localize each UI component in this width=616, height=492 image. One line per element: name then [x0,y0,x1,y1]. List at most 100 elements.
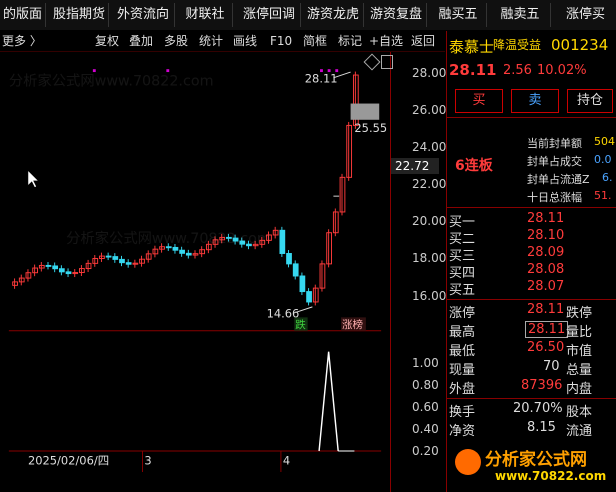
candle-body [65,271,72,275]
buy-button[interactable]: 买 [455,89,503,113]
stat-label: 最低 [449,344,476,359]
vol-tick: 1.00 [412,356,439,370]
candle-body [339,176,346,213]
seal-amount-val: 504 [594,135,615,148]
axis-mark-4: 4 [283,453,290,467]
tab-4[interactable]: 涨停回调 [238,3,301,27]
quote-panel: 泰慕士 降温受益 001234 28.11 2.56 10.02% 买 卖 持仓… [446,31,616,492]
logo-text: 分析家公式网 [485,450,587,470]
streak-label: 6连板 [455,158,493,174]
bid-price: 28.08 [527,262,565,277]
tool-fuquan[interactable]: 复权 [95,32,119,50]
stat-label: 现量 [449,363,476,378]
price-change: 2.56 [503,63,532,78]
stat-row: 外盘 87396 内盘 [447,378,616,397]
stat-label-2: 总量 [566,363,593,378]
stat-label-2: 股本 [566,405,593,420]
ten-day-label: 十日总涨幅 [527,191,582,204]
candle-body [52,265,59,270]
hold-button[interactable]: 持仓 [567,89,613,113]
axis-mark-3: 3 [144,453,151,467]
vol-tick: 0.20 [412,444,439,458]
candle-body [172,246,179,251]
candle-body [79,268,85,274]
bid-price: 28.10 [527,228,565,243]
tab-7[interactable]: 融买五 [430,3,487,27]
stat-label: 外盘 [449,382,476,397]
chart-toolbar: 更多 〉 复权 叠加 多股 统计 画线 F10 简框 标记 +自选 返回 [0,31,445,52]
logo-url: www.70822.com [495,469,607,483]
watermark-1: 分析家公式网www.70822.com [9,72,214,89]
seal-ratio-label: 封单占成交 [527,155,582,168]
candle-body [99,255,105,259]
stat-row: 最低 26.50 市值 [447,340,616,359]
candle-body [292,263,299,277]
tab-1[interactable]: 股指期货 [50,3,109,27]
candle-body [286,253,292,265]
candle-body [105,255,112,258]
tool-zixuan[interactable]: +自选 [369,32,403,50]
die-tag-text: 跌 [295,318,306,331]
current-price-tag: 22.72 [391,158,439,174]
watermark-2: 分析家公式网www.70822.com [66,230,271,247]
candle-body [119,258,125,264]
candle-body [45,264,52,267]
dot-1 [92,69,96,73]
stock-name: 泰慕士 [449,38,495,56]
tab-8[interactable]: 融卖五 [490,3,551,27]
date-label: 2025/02/06/四 [28,453,109,467]
stat-value: 28.11 [527,302,565,317]
candle-body [58,268,65,273]
price-tick: 18.00 [412,251,447,265]
tool-jiankuang[interactable]: 简框 [303,32,327,50]
tool-fanhui[interactable]: 返回 [411,32,435,50]
top-tab-bar: 的版面 股指期货 外资流向 财联社 涨停回调 游资龙虎 游资复盘 融买五 融卖五… [0,0,616,30]
tool-duogu[interactable]: 多股 [164,32,188,50]
volume-spike [318,351,339,452]
stat-value: 70 [543,359,560,374]
stat-row: 涨停 28.11 跌停 [447,302,616,321]
bid-label: 买五 [449,283,476,298]
stat-row: 最高 28.11 量比 [447,321,616,340]
tool-f10[interactable]: F10 [270,32,292,50]
sell-button[interactable]: 卖 [511,89,559,113]
candle-body [332,211,339,234]
vol-tick: 0.80 [412,378,439,392]
tab-2[interactable]: 外资流向 [112,3,175,27]
price-change-pct: 10.02% [537,63,587,78]
tool-huaxian[interactable]: 画线 [233,32,257,50]
price-tick: 16.00 [412,289,447,303]
stat-label-2: 量比 [566,325,593,340]
panel-toggle-icon[interactable] [381,55,393,69]
tab-6[interactable]: 游资复盘 [366,3,427,27]
bid-price: 28.07 [527,279,565,294]
stat-label-2: 流通 [566,424,593,439]
price-tick: 22.00 [412,177,447,191]
vol-tick: 0.40 [412,422,439,436]
stat-label: 净资 [449,424,476,439]
tool-tongji[interactable]: 统计 [199,32,223,50]
tool-diejia[interactable]: 叠加 [129,32,153,50]
tab-0[interactable]: 的版面 [0,3,46,27]
stat-label: 涨停 [449,306,476,321]
seal-float-val: 6. [602,171,613,184]
stat-row: 现量 70 总量 [447,359,616,378]
stat-value: 87396 [521,378,563,393]
price-axis: 28.00 26.00 24.00 22.00 20.00 18.00 16.0… [363,52,447,492]
candle-body [185,252,192,256]
tab-3[interactable]: 财联社 [178,3,233,27]
stat-label-2: 跌停 [566,306,593,321]
bid-row-5: 买五 28.07 [447,279,616,298]
stat-value: 26.50 [527,340,565,355]
stat-label-2: 市值 [566,344,593,359]
more-button[interactable]: 更多 〉 [2,32,42,50]
tab-5[interactable]: 游资龙虎 [303,3,364,27]
candle-body [279,229,286,254]
price-tick: 28.00 [412,66,447,80]
stock-tag: 降温受益 [493,38,542,52]
vol-tick: 0.60 [412,400,439,414]
tool-biaoji[interactable]: 标记 [338,32,362,50]
candle-body [112,256,119,260]
kline-chart[interactable]: 28.11 25.55 14.66 跌 涨榜 2025/02/06/四 3 4 … [0,52,390,472]
tab-9[interactable]: 涨停买 [555,3,616,27]
